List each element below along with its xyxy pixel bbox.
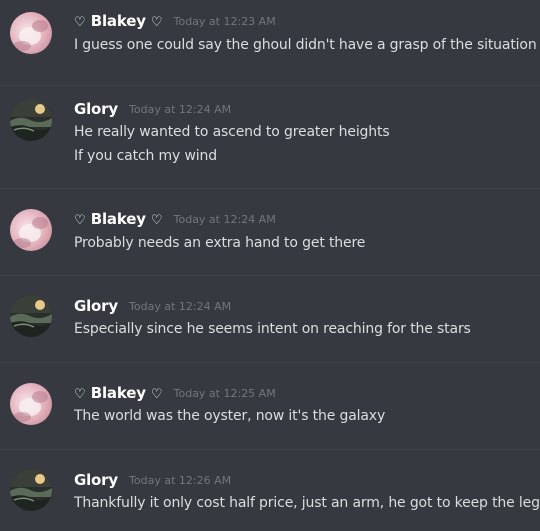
message-group: Glory Today at 12:24 AM Especially since… xyxy=(0,276,540,361)
timestamp: Today at 12:25 AM xyxy=(173,387,276,400)
message-group: ♡ Blakey ♡ Today at 12:25 AM The world w… xyxy=(0,363,540,449)
message-text: Probably needs an extra hand to get ther… xyxy=(74,235,366,251)
message-text: He really wanted to ascend to greater he… xyxy=(74,124,390,140)
message-header: Glory Today at 12:26 AM xyxy=(74,470,231,489)
message-header: ♡ Blakey ♡ Today at 12:23 AM xyxy=(74,11,276,30)
night-landscape-moon-avatar-icon xyxy=(10,99,52,141)
message-group: Glory Today at 12:24 AM He really wanted… xyxy=(0,86,540,182)
username[interactable]: Blakey xyxy=(91,384,146,402)
message-text: I guess one could say the ghoul didn't h… xyxy=(74,37,537,53)
message-text: If you catch my wind xyxy=(74,148,217,164)
username[interactable]: Blakey xyxy=(91,12,146,30)
message-group: ♡ Blakey ♡ Today at 12:23 AM I guess one… xyxy=(0,0,540,85)
heart-icon: ♡ xyxy=(74,213,86,228)
pink-portrait-avatar-icon xyxy=(10,12,52,54)
username[interactable]: Blakey xyxy=(91,210,146,228)
heart-icon: ♡ xyxy=(150,387,163,402)
night-landscape-moon-avatar-icon xyxy=(10,295,52,337)
message-header: ♡ Blakey ♡ Today at 12:25 AM xyxy=(74,383,276,402)
heart-icon: ♡ xyxy=(74,387,86,402)
message-text: Thankfully it only cost half price, just… xyxy=(74,495,540,511)
timestamp: Today at 12:24 AM xyxy=(129,300,232,313)
avatar[interactable] xyxy=(10,469,52,511)
timestamp: Today at 12:23 AM xyxy=(173,15,276,28)
avatar[interactable] xyxy=(10,209,52,251)
message-header: ♡ Blakey ♡ Today at 12:24 AM xyxy=(74,209,276,228)
avatar[interactable] xyxy=(10,12,52,54)
avatar[interactable] xyxy=(10,383,52,425)
avatar[interactable] xyxy=(10,99,52,141)
username[interactable]: Glory xyxy=(74,100,118,118)
message-group: Glory Today at 12:26 AM Thankfully it on… xyxy=(0,450,540,531)
message-text: The world was the oyster, now it's the g… xyxy=(74,408,386,424)
timestamp: Today at 12:24 AM xyxy=(129,103,232,116)
username[interactable]: Glory xyxy=(74,471,118,489)
message-header: Glory Today at 12:24 AM xyxy=(74,99,231,118)
heart-icon: ♡ xyxy=(150,15,163,30)
heart-icon: ♡ xyxy=(150,213,163,228)
message-group: ♡ Blakey ♡ Today at 12:24 AM Probably ne… xyxy=(0,189,540,274)
avatar[interactable] xyxy=(10,295,52,337)
pink-portrait-avatar-icon xyxy=(10,383,52,425)
night-landscape-moon-avatar-icon xyxy=(10,469,52,511)
chat-message-list: ♡ Blakey ♡ Today at 12:23 AM I guess one… xyxy=(0,0,540,531)
heart-icon: ♡ xyxy=(74,15,86,30)
timestamp: Today at 12:24 AM xyxy=(173,213,276,226)
timestamp: Today at 12:26 AM xyxy=(129,474,232,487)
message-header: Glory Today at 12:24 AM xyxy=(74,296,231,315)
username[interactable]: Glory xyxy=(74,297,118,315)
message-text: Especially since he seems intent on reac… xyxy=(74,321,471,337)
pink-portrait-avatar-icon xyxy=(10,209,52,251)
